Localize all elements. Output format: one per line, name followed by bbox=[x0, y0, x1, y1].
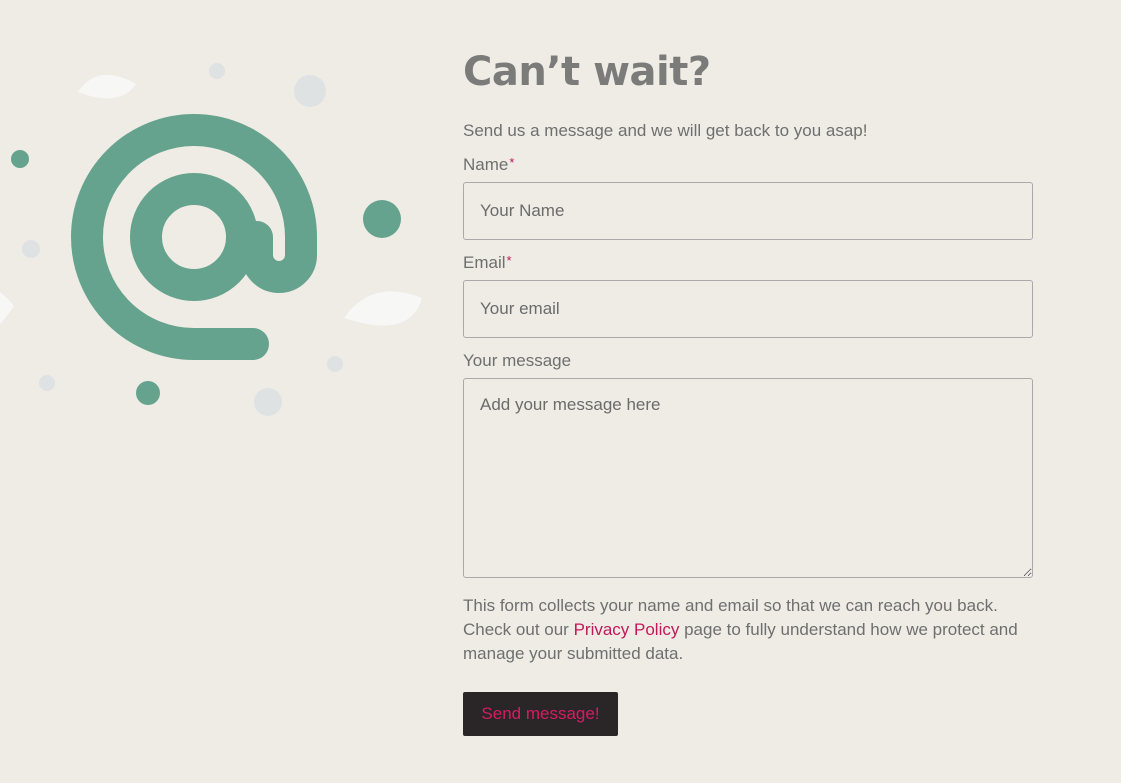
message-label: Your message bbox=[463, 351, 571, 371]
dot-shape bbox=[294, 75, 326, 107]
contact-form: Can’t wait? Send us a message and we wil… bbox=[463, 48, 1033, 736]
required-marker: * bbox=[509, 155, 515, 170]
name-label-text: Name bbox=[463, 155, 509, 174]
contact-illustration bbox=[0, 0, 440, 440]
dot-shape bbox=[39, 375, 55, 391]
email-label-text: Email bbox=[463, 253, 506, 272]
dot-shape bbox=[254, 388, 282, 416]
name-input[interactable] bbox=[463, 182, 1033, 240]
send-message-button[interactable]: Send message! bbox=[463, 692, 618, 736]
leaf-shape bbox=[344, 291, 422, 326]
email-input[interactable] bbox=[463, 280, 1033, 338]
privacy-policy-link[interactable]: Privacy Policy bbox=[574, 620, 680, 639]
dot-shape bbox=[11, 150, 29, 168]
leaf-shape bbox=[78, 74, 136, 99]
at-sign-icon bbox=[0, 63, 422, 416]
email-label: Email* bbox=[463, 253, 512, 273]
page-title: Can’t wait? bbox=[463, 49, 711, 95]
message-textarea[interactable] bbox=[463, 378, 1033, 578]
dot-shape bbox=[136, 381, 160, 405]
privacy-notice: This form collects your name and email s… bbox=[463, 594, 1033, 666]
leaf-shape bbox=[0, 292, 14, 324]
dot-shape bbox=[209, 63, 225, 79]
required-marker: * bbox=[506, 253, 512, 268]
dot-shape bbox=[22, 240, 40, 258]
name-label: Name* bbox=[463, 155, 514, 175]
message-label-text: Your message bbox=[463, 351, 572, 370]
dot-shape bbox=[327, 356, 343, 372]
form-intro: Send us a message and we will get back t… bbox=[463, 121, 868, 140]
dot-shape bbox=[363, 200, 401, 238]
